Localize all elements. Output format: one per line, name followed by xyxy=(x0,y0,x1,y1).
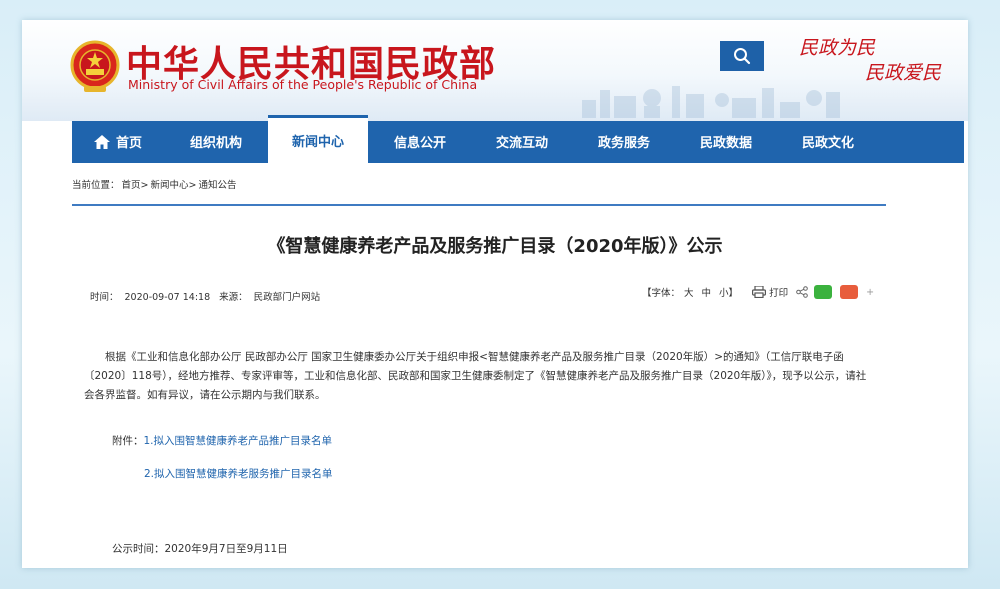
source-label: 来源： xyxy=(219,292,248,303)
breadcrumb: 当前位置： 首页> 新闻中心> 通知公告 xyxy=(72,177,238,191)
wechat-share-icon[interactable] xyxy=(814,285,833,299)
skyline-decoration xyxy=(582,86,840,118)
main-nav: 首页 组织机构 新闻中心 信息公开 交流互动 政务服务 民政数据 民政文化 xyxy=(72,115,964,163)
nav-item-home[interactable]: 首页 xyxy=(72,121,164,163)
page-frame: 中华人民共和国民政部 Ministry of Civil Affairs of … xyxy=(22,20,968,568)
nav-item-government-services[interactable]: 政务服务 xyxy=(574,121,674,163)
national-emblem-icon xyxy=(70,40,120,92)
attachment-number: 1. xyxy=(143,435,154,447)
period-label: 公示时间： xyxy=(112,543,165,555)
publicity-period: 公示时间：2020年9月7日至9月11日 xyxy=(112,541,288,556)
site-header: 中华人民共和国民政部 Ministry of Civil Affairs of … xyxy=(22,20,968,121)
attachment-2: 2.拟入围智慧健康养老服务推广目录名单 xyxy=(144,466,333,481)
nav-item-organization[interactable]: 组织机构 xyxy=(166,121,266,163)
attachment-1: 附件：1.拟入围智慧健康养老产品推广目录名单 xyxy=(112,433,332,448)
article-tools: 【字体： 大 中 小】 打印 + xyxy=(642,285,882,299)
attachment-link-services[interactable]: 拟入围智慧健康养老服务推广目录名单 xyxy=(154,468,333,480)
article-title: 《智慧健康养老产品及服务推广目录（2020年版）》公示 xyxy=(267,236,723,257)
printer-icon[interactable] xyxy=(752,286,767,298)
nav-item-interaction[interactable]: 交流互动 xyxy=(472,121,572,163)
search-button[interactable] xyxy=(720,41,764,71)
nav-item-information-disclosure[interactable]: 信息公开 xyxy=(370,121,470,163)
breadcrumb-link-notices[interactable]: 通知公告 xyxy=(198,180,236,191)
more-share-button[interactable]: + xyxy=(866,287,874,298)
home-icon xyxy=(93,134,110,149)
nav-item-civil-culture[interactable]: 民政文化 xyxy=(778,121,878,163)
publish-time: 2020-09-07 14:18 xyxy=(124,292,211,303)
font-medium-button[interactable]: 中 xyxy=(702,285,712,299)
font-size-label: 【字体： xyxy=(642,288,681,299)
attachments-label: 附件： xyxy=(112,435,144,447)
share-icon[interactable] xyxy=(796,286,808,298)
source: 民政部门户网站 xyxy=(253,292,321,303)
font-large-button[interactable]: 大 xyxy=(684,285,694,299)
nav-item-label: 首页 xyxy=(115,136,142,151)
font-small-button[interactable]: 小】 xyxy=(719,285,738,299)
divider xyxy=(72,204,886,206)
weibo-share-icon[interactable] xyxy=(840,285,859,299)
time-label: 时间： xyxy=(90,292,119,303)
article-meta: 时间： 2020-09-07 14:18 来源： 民政部门户网站 xyxy=(90,289,326,303)
breadcrumb-link-news[interactable]: 新闻中心> xyxy=(150,180,196,191)
breadcrumb-prefix: 当前位置： xyxy=(72,180,120,191)
slogan-line-2: 民政爱民 xyxy=(865,62,942,84)
breadcrumb-link-home[interactable]: 首页> xyxy=(122,180,149,191)
attachment-link-products[interactable]: 拟入围智慧健康养老产品推广目录名单 xyxy=(154,435,333,447)
search-icon xyxy=(734,48,751,65)
print-button[interactable]: 打印 xyxy=(769,285,788,299)
attachment-number: 2. xyxy=(144,468,155,480)
period-value: 2020年9月7日至9月11日 xyxy=(164,543,288,555)
site-title-english: Ministry of Civil Affairs of the People'… xyxy=(128,77,478,92)
slogan-line-1: 民政为民 xyxy=(799,37,876,59)
article-body: 根据《工业和信息化部办公厅 民政部办公厅 国家卫生健康委办公厅关于组织申报<智慧… xyxy=(84,351,867,401)
nav-item-news-center[interactable]: 新闻中心 xyxy=(268,115,368,163)
nav-item-civil-data[interactable]: 民政数据 xyxy=(676,121,776,163)
